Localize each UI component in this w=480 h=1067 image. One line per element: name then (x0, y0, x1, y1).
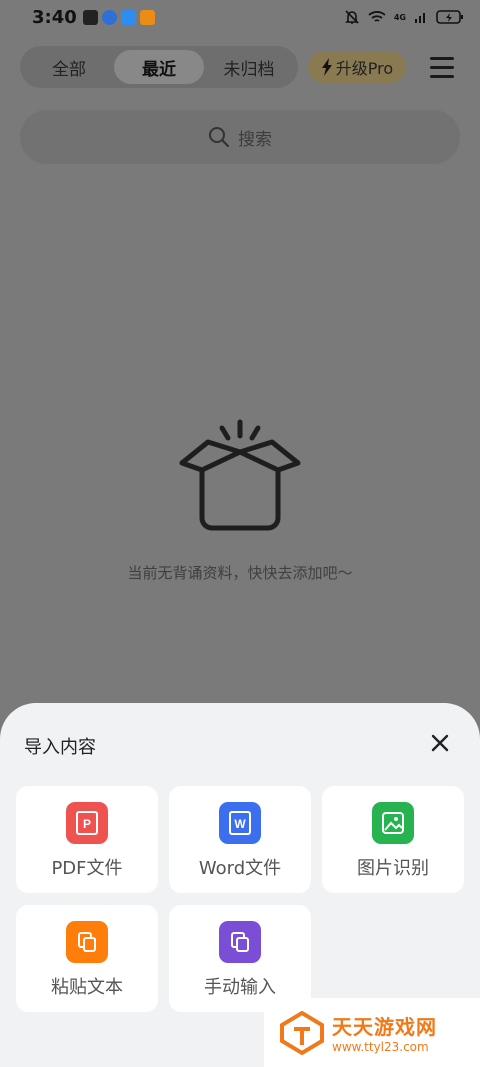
copy-icon (219, 921, 261, 963)
watermark-url: www.ttyl23.com (332, 1040, 429, 1054)
paste-text-button[interactable]: 粘贴文本 (16, 905, 158, 1012)
word-icon: W (219, 802, 261, 844)
top-bar: 全部 最近 未归档 升级Pro (20, 46, 460, 88)
svg-text:W: W (234, 817, 246, 831)
location-icon (101, 9, 117, 25)
search-input[interactable]: 搜索 (20, 110, 460, 164)
qq-icon (82, 9, 98, 25)
manual-input-button[interactable]: 手动输入 (169, 905, 311, 1012)
import-word-label: Word文件 (198, 858, 282, 879)
mute-bell-icon (344, 10, 359, 24)
cloud-icon (120, 9, 136, 25)
filter-tabs: 全部 最近 未归档 (20, 46, 298, 88)
import-word-button[interactable]: W Word文件 (169, 786, 311, 893)
manual-input-label: 手动输入 (204, 977, 276, 998)
pdf-icon: P (66, 802, 108, 844)
upgrade-pro-label: 升级Pro (335, 59, 394, 78)
signal-icon (415, 13, 425, 23)
site-watermark: 天天游戏网 www.ttyl23.com (264, 998, 480, 1067)
close-icon[interactable] (430, 733, 450, 753)
notification-icons (82, 9, 155, 25)
tab-all[interactable]: 全部 (24, 50, 114, 84)
tab-recent[interactable]: 最近 (114, 50, 204, 84)
status-bar: 3:40 4G (0, 0, 480, 34)
battery-icon (436, 10, 463, 24)
status-time: 3:40 (32, 6, 77, 28)
import-pdf-label: PDF文件 (51, 858, 123, 879)
tab-unarchived[interactable]: 未归档 (204, 50, 294, 84)
empty-box-icon (179, 419, 301, 531)
watermark-logo-icon (280, 1010, 324, 1055)
upgrade-pro-button[interactable]: 升级Pro (308, 51, 406, 83)
empty-state-message: 当前无背诵资料，快快去添加吧～ (127, 564, 353, 582)
watermark-title: 天天游戏网 (332, 1015, 437, 1039)
paste-icon (66, 921, 108, 963)
video-app-icon (139, 9, 155, 25)
image-icon (372, 802, 414, 844)
paste-text-label: 粘贴文本 (51, 977, 123, 998)
svg-text:P: P (83, 817, 91, 831)
image-recognition-button[interactable]: 图片识别 (322, 786, 464, 893)
search-placeholder: 搜索 (238, 129, 272, 150)
wifi-icon (368, 11, 386, 22)
image-recognition-label: 图片识别 (357, 858, 429, 879)
lightning-icon (321, 58, 332, 76)
menu-icon[interactable] (430, 52, 460, 82)
network-type: 4G (393, 12, 406, 22)
sheet-title: 导入内容 (24, 737, 96, 758)
search-icon (209, 127, 230, 148)
import-pdf-button[interactable]: P PDF文件 (16, 786, 158, 893)
